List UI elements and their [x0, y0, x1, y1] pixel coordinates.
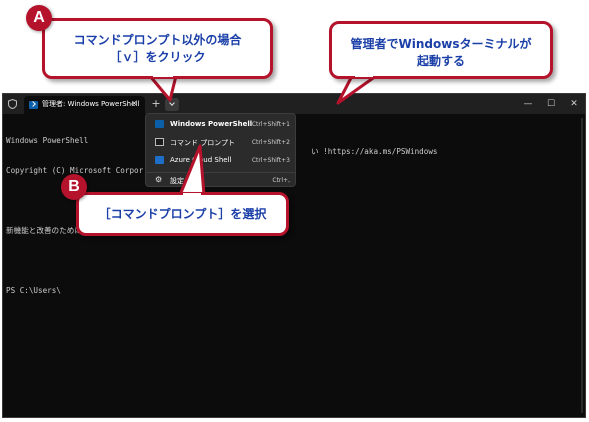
badge-b: B — [61, 174, 87, 200]
badge-a: A — [26, 5, 52, 31]
callout-pointer-joins — [153, 72, 373, 198]
